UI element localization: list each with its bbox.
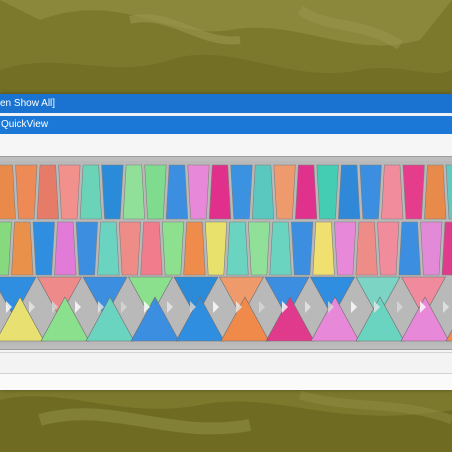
pattern-tile xyxy=(208,164,232,220)
pattern-tile xyxy=(295,164,318,220)
pattern-tile xyxy=(122,164,145,220)
pattern-tile xyxy=(247,221,271,276)
pattern-tile xyxy=(15,164,38,220)
quickview-window: en Show All] QuickView xyxy=(0,94,452,390)
pattern-tile xyxy=(420,221,443,276)
pattern-tile xyxy=(75,221,98,276)
pattern-tile xyxy=(204,221,228,276)
pattern-tile xyxy=(161,221,185,276)
pattern-tile xyxy=(398,221,421,276)
panel-toolbar-area xyxy=(0,134,452,156)
pattern-tile xyxy=(251,164,275,220)
tessellation-preview[interactable] xyxy=(0,161,452,345)
pattern-tile xyxy=(377,221,400,276)
pattern-tile xyxy=(97,221,120,276)
pattern-tile xyxy=(269,221,292,276)
quickview-panel-header[interactable]: QuickView xyxy=(0,116,452,134)
pattern-tile xyxy=(32,221,55,276)
pattern-tile xyxy=(118,221,141,276)
window-titlebar[interactable]: en Show All] xyxy=(0,94,452,113)
pattern-tile xyxy=(359,164,382,220)
status-bar xyxy=(0,352,452,374)
pattern-tile xyxy=(36,164,59,220)
pattern-tile xyxy=(230,164,253,220)
pattern-tile xyxy=(355,221,378,276)
pattern-tile xyxy=(54,221,77,276)
pattern-tile xyxy=(424,164,447,220)
pattern-tile xyxy=(316,164,339,220)
pattern-tile xyxy=(291,221,314,276)
quickview-panel-title: QuickView xyxy=(1,119,49,130)
pattern-tile xyxy=(183,221,206,276)
pattern-tile xyxy=(338,164,361,220)
pattern-tile xyxy=(0,164,16,220)
pattern-preview-frame xyxy=(0,156,452,350)
pattern-tile xyxy=(165,164,189,220)
window-bottom-area xyxy=(0,374,452,390)
pattern-tile xyxy=(187,164,210,220)
pattern-tile xyxy=(144,164,167,220)
pattern-tile xyxy=(402,164,425,220)
pattern-tile xyxy=(11,221,34,276)
pattern-tile xyxy=(79,164,102,220)
pattern-tile xyxy=(58,164,81,220)
pattern-tile xyxy=(334,221,357,276)
window-title: en Show All] xyxy=(0,98,56,109)
pattern-tile xyxy=(312,221,335,276)
pattern-tile xyxy=(273,164,296,220)
pattern-tile xyxy=(140,221,163,276)
pattern-tile xyxy=(226,221,249,276)
pattern-tile xyxy=(101,164,124,220)
pattern-tile xyxy=(381,164,404,220)
